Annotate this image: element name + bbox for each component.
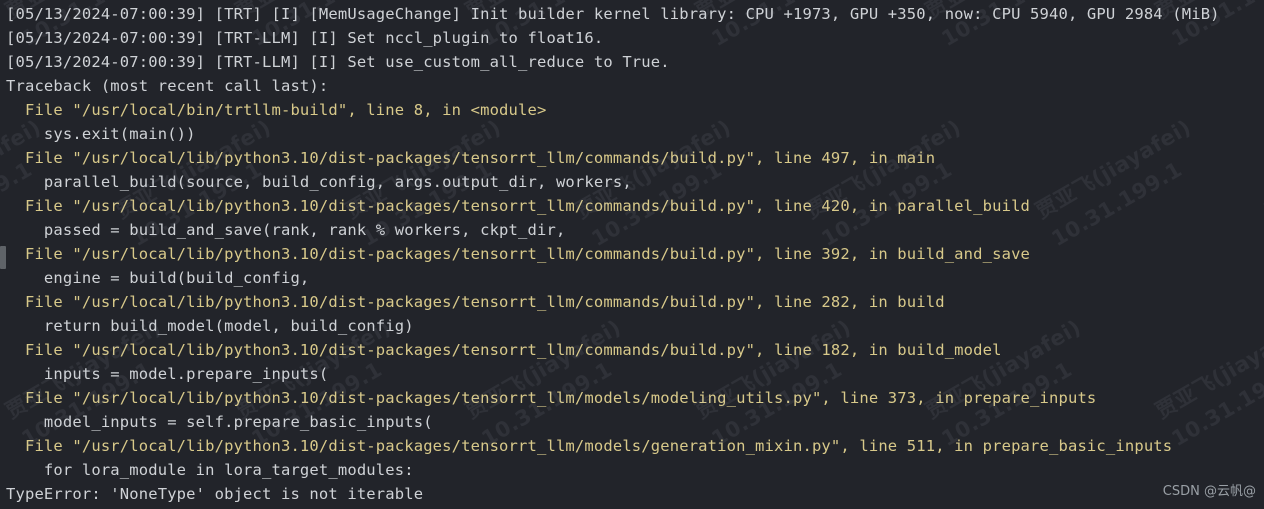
csdn-watermark-badge: CSDN @云帆@ [1162, 484, 1256, 499]
traceback-frame-location: File "/usr/local/lib/python3.10/dist-pac… [6, 197, 1031, 215]
traceback-frame-code: for lora_module in lora_target_modules: [6, 461, 414, 479]
traceback-frame-location: File "/usr/local/lib/python3.10/dist-pac… [6, 293, 945, 311]
traceback-frame-location: File "/usr/local/lib/python3.10/dist-pac… [6, 389, 1097, 407]
traceback-frame-code: engine = build(build_config, [6, 269, 310, 287]
traceback-frame-location: File "/usr/local/lib/python3.10/dist-pac… [6, 149, 936, 167]
traceback-error-message: TypeError: 'NoneType' object is not iter… [6, 485, 424, 503]
log-line: [05/13/2024-07:00:39] [TRT] [I] [MemUsag… [6, 5, 1220, 23]
traceback-frame-code: inputs = model.prepare_inputs( [6, 365, 329, 383]
log-line: [05/13/2024-07:00:39] [TRT-LLM] [I] Set … [6, 29, 604, 47]
traceback-frame-location: File "/usr/local/lib/python3.10/dist-pac… [6, 245, 1031, 263]
scrollbar-thumb[interactable] [0, 246, 6, 269]
traceback-frame-location: File "/usr/local/lib/python3.10/dist-pac… [6, 341, 1002, 359]
log-line: [05/13/2024-07:00:39] [TRT-LLM] [I] Set … [6, 53, 670, 71]
traceback-frame-code: return build_model(model, build_config) [6, 317, 414, 335]
traceback-frame-code: passed = build_and_save(rank, rank % wor… [6, 221, 566, 239]
traceback-frame-code: model_inputs = self.prepare_basic_inputs… [6, 413, 433, 431]
vertical-scrollbar[interactable] [0, 0, 6, 509]
traceback-header: Traceback (most recent call last): [6, 77, 329, 95]
traceback-frame-location: File "/usr/local/lib/python3.10/dist-pac… [6, 437, 1173, 455]
terminal-window: [05/13/2024-07:00:39] [TRT] [I] [MemUsag… [0, 0, 1264, 509]
traceback-frame-code: sys.exit(main()) [6, 125, 196, 143]
traceback-frame-location: File "/usr/local/bin/trtllm-build", line… [6, 101, 547, 119]
traceback-frame-code: parallel_build(source, build_config, arg… [6, 173, 632, 191]
terminal-output: [05/13/2024-07:00:39] [TRT] [I] [MemUsag… [0, 0, 1264, 506]
